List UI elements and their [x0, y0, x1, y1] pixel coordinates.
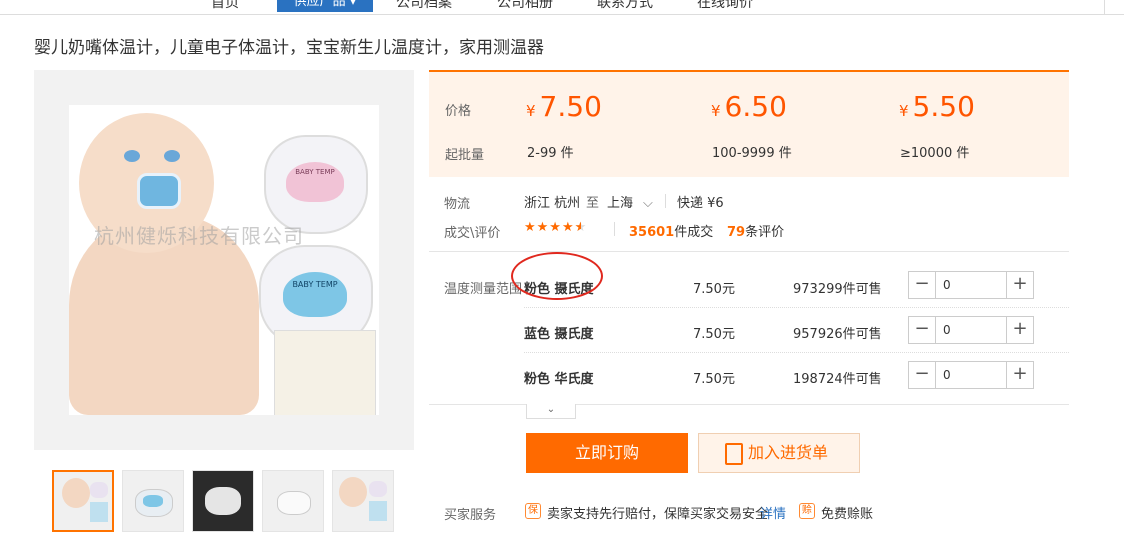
tier-moq-1: 2-99 件: [527, 146, 574, 161]
tier-price-1: ¥7.50: [526, 90, 602, 123]
section-divider: [429, 251, 1069, 252]
minus-icon[interactable]: −: [909, 362, 936, 388]
price-label: 价格: [445, 104, 472, 119]
quantity-stepper: − 0 +: [908, 271, 1034, 299]
divider: [614, 222, 615, 236]
sku-row: 蓝色 摄氏度 7.50元 957926件可售 − 0 +: [524, 316, 1044, 346]
price-panel: 价格 起批量 ¥7.50 ¥6.50 ¥5.50 2-99 件 100-9999…: [429, 70, 1069, 177]
baby-eye-right: [164, 150, 180, 162]
ship-to-select[interactable]: 上海 ⌵: [607, 192, 653, 211]
image-watermark: 杭州健烁科技有限公司: [94, 224, 304, 248]
ship-to-word: 至: [586, 196, 600, 211]
ship-from: 浙江 杭州: [524, 196, 581, 211]
deal-label: 成交\评价: [444, 226, 501, 241]
nav-company-album[interactable]: 公司相册: [497, 0, 553, 12]
nav-contact[interactable]: 联系方式: [597, 0, 653, 12]
thumbnail-1[interactable]: [52, 470, 114, 532]
tier-moq-3: ≥10000 件: [900, 146, 970, 161]
guarantee-text: 卖家支持先行赔付，保障买家交易安全: [547, 507, 769, 522]
thumbnail-2[interactable]: [122, 470, 184, 532]
plus-icon[interactable]: +: [1006, 317, 1033, 343]
quantity-input[interactable]: 0: [943, 368, 951, 382]
top-nav: 首页 供应产品 ▾ 公司档案 公司相册 联系方式 在线询价: [0, 0, 1124, 15]
nav-products[interactable]: 供应产品 ▾: [277, 0, 373, 12]
pink-device-screen: BABY TEMP: [286, 162, 344, 202]
sku-name: 粉色 华氏度: [524, 372, 594, 387]
plus-icon[interactable]: +: [1006, 362, 1033, 388]
quantity-input[interactable]: 0: [943, 323, 951, 337]
thumbnail-4[interactable]: [262, 470, 324, 532]
buy-now-button[interactable]: 立即订购: [526, 433, 688, 473]
divider: [665, 194, 666, 208]
review-count[interactable]: 79条评价: [727, 221, 784, 240]
deal-count[interactable]: 35601件成交: [629, 221, 713, 240]
annotation-circle: [511, 252, 603, 300]
credit-text: 免费赊账: [821, 507, 874, 522]
sku-price: 7.50元: [693, 282, 735, 297]
baby-eye-left: [124, 150, 140, 162]
main-product-image[interactable]: BABY TEMP BABY TEMP 杭州健烁科技有限公司: [34, 70, 414, 450]
sku-price: 7.50元: [693, 372, 735, 387]
sku-name: 蓝色 摄氏度: [524, 327, 594, 342]
sku-row: 粉色 华氏度 7.50元 198724件可售 − 0 +: [524, 361, 1044, 391]
plus-icon[interactable]: +: [1006, 272, 1033, 298]
minus-icon[interactable]: −: [909, 272, 936, 298]
blue-device-label: BABY TEMP: [292, 280, 338, 289]
chevron-down-icon: ⌵: [643, 196, 653, 211]
pink-device-label: BABY TEMP: [295, 168, 335, 176]
sku-stock: 198724件可售: [793, 372, 882, 387]
product-title: 婴儿奶嘴体温计，儿童电子体温计，宝宝新生儿温度计，家用测温器: [34, 38, 544, 58]
tier-price-2: ¥6.50: [711, 90, 787, 123]
sku-price: 7.50元: [693, 327, 735, 342]
product-box: [274, 330, 376, 415]
add-to-list-button[interactable]: 加入进货单: [698, 433, 860, 473]
minus-icon[interactable]: −: [909, 317, 936, 343]
details-link[interactable]: 详情: [760, 503, 786, 522]
pacifier-thermometer-shape: [137, 173, 181, 209]
tier-moq-2: 100-9999 件: [712, 146, 792, 161]
sku-stock: 973299件可售: [793, 282, 882, 297]
sku-stock: 957926件可售: [793, 327, 882, 342]
expand-sku-button[interactable]: ⌄: [526, 404, 576, 419]
tier-price-3: ¥5.50: [899, 90, 975, 123]
blue-device-screen: BABY TEMP: [283, 272, 347, 317]
thumbnail-5[interactable]: [332, 470, 394, 532]
chevron-down-icon: ⌄: [546, 404, 556, 415]
shipping-fee: 快递 ¥6: [677, 196, 724, 211]
thumbnail-3[interactable]: [192, 470, 254, 532]
services-label: 买家服务: [444, 508, 497, 523]
credit-icon: 赊: [799, 503, 815, 519]
sku-label: 温度测量范围: [444, 282, 523, 297]
row-divider: [524, 307, 1069, 308]
quantity-input[interactable]: 0: [943, 278, 951, 292]
logistics-label: 物流: [444, 197, 471, 212]
nav-company-profile[interactable]: 公司档案: [396, 0, 452, 12]
rating-stars: ★★★★★★: [524, 220, 588, 235]
product-photo: BABY TEMP BABY TEMP: [69, 105, 379, 415]
nav-inquiry[interactable]: 在线询价: [697, 0, 753, 12]
quantity-stepper: − 0 +: [908, 316, 1034, 344]
quantity-stepper: − 0 +: [908, 361, 1034, 389]
row-divider: [524, 352, 1069, 353]
clipboard-icon: [725, 443, 743, 465]
section-divider: [429, 404, 1069, 405]
nav-home[interactable]: 首页: [211, 0, 239, 12]
nav-divider: [1104, 0, 1105, 14]
moq-label: 起批量: [445, 148, 485, 163]
guarantee-icon: 保: [525, 503, 541, 519]
